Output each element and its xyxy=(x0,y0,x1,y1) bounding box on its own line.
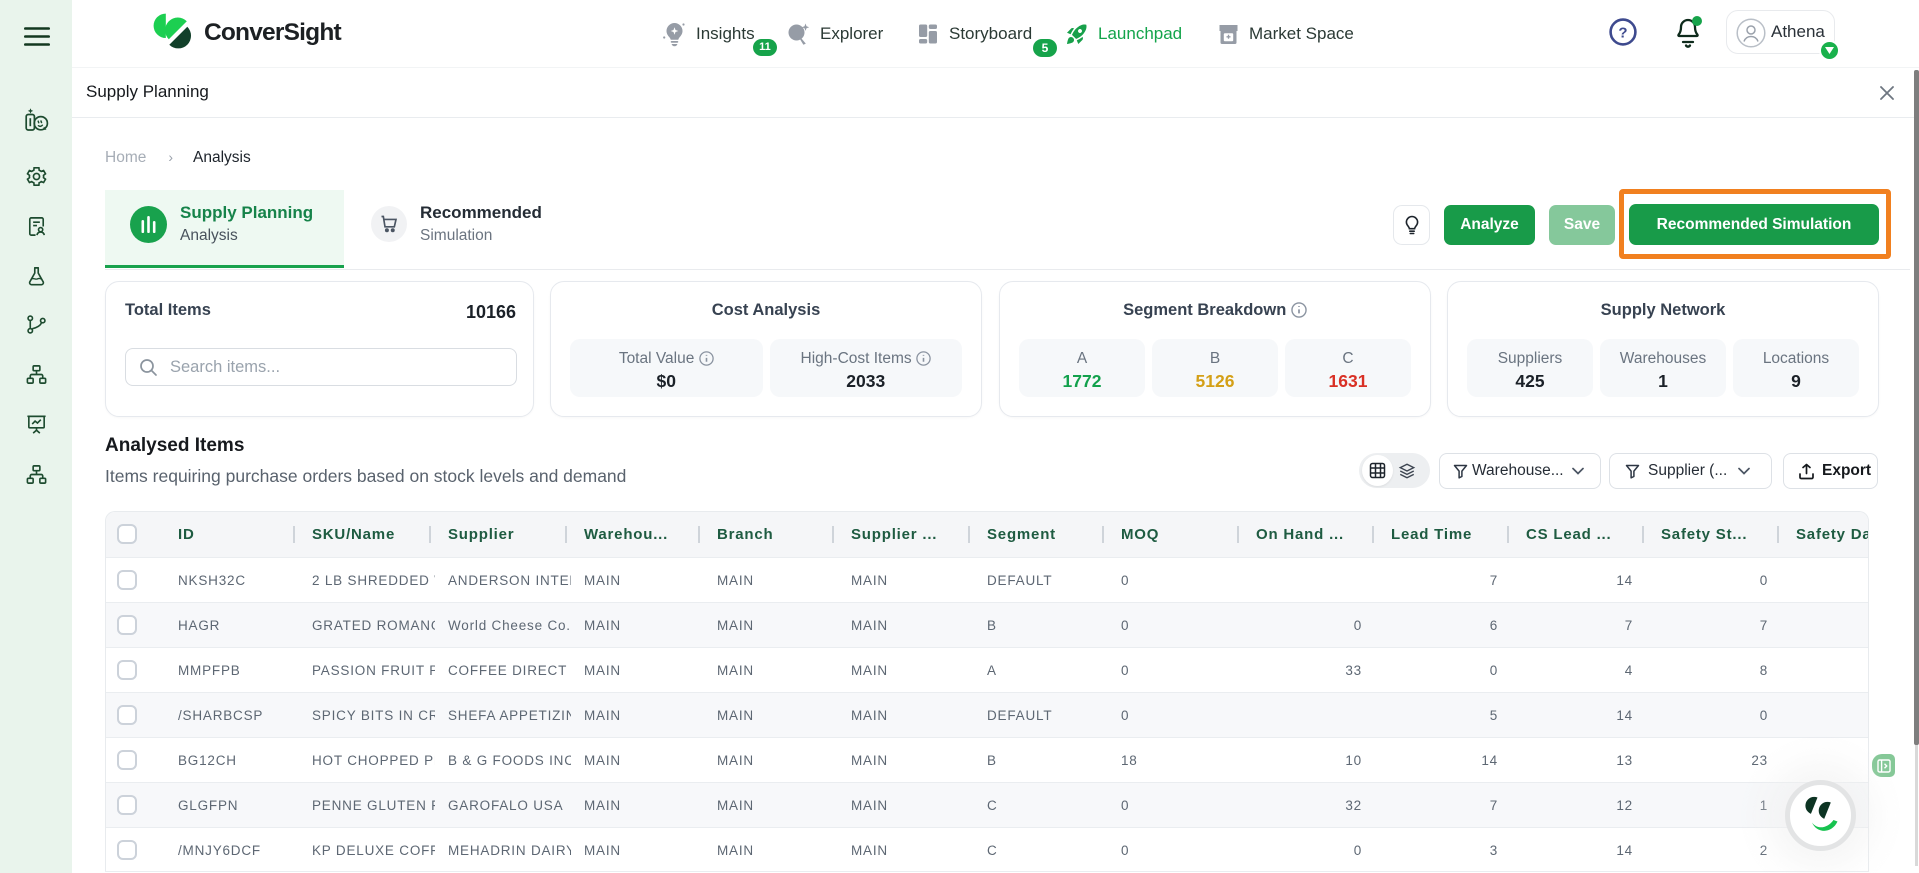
svg-text:?: ? xyxy=(1618,25,1627,42)
